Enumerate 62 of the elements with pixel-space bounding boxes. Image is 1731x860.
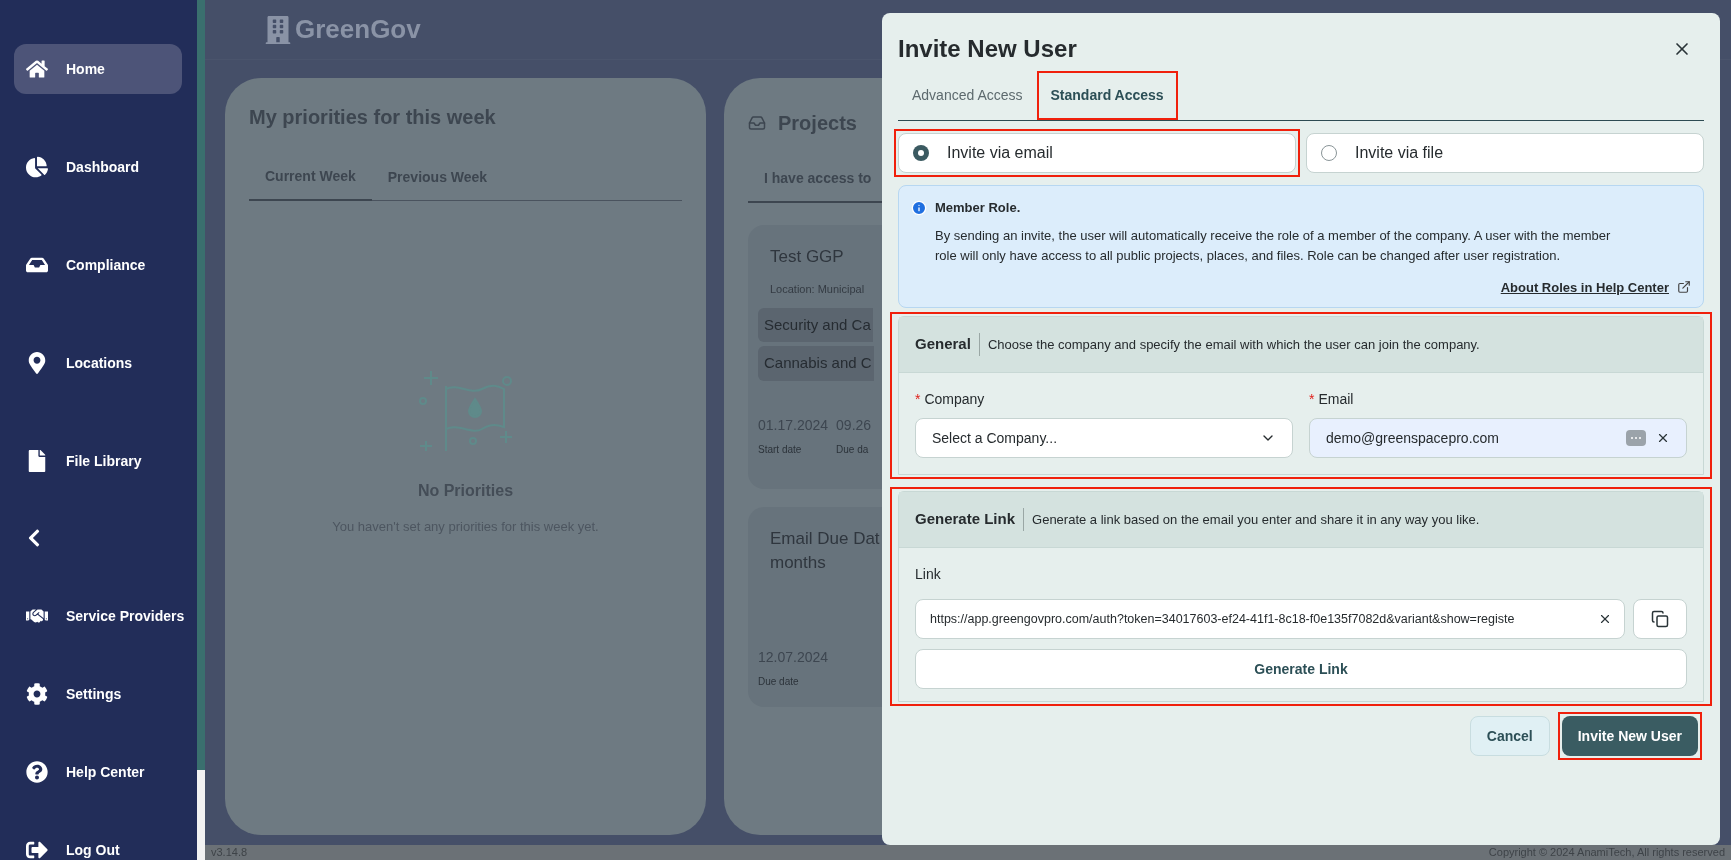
external-link-icon <box>1677 280 1691 295</box>
radio-option[interactable]: Invite via file <box>1306 133 1704 173</box>
inbox-icon <box>748 114 766 132</box>
tab[interactable]: Standard Access <box>1040 75 1174 116</box>
copy-button[interactable] <box>1633 599 1687 639</box>
clear-icon[interactable] <box>1598 612 1612 626</box>
email-field[interactable]: demo@greenspacepro.com <box>1309 418 1687 458</box>
chevron-left-icon <box>26 528 42 548</box>
date-label: Due date <box>758 675 800 689</box>
building-icon <box>265 15 291 44</box>
sidebar-item[interactable]: Locations <box>14 338 182 388</box>
section-description: Choose the company and specify the email with which the user can join the company. <box>987 335 1480 354</box>
home-icon <box>26 58 48 80</box>
project-title: Test GGP <box>770 246 844 268</box>
info-icon <box>911 199 927 216</box>
logo-text: GreenGov <box>295 13 421 46</box>
generate-link-button[interactable]: Generate Link <box>915 649 1687 689</box>
sidebar-item[interactable]: Service Providers <box>14 591 182 641</box>
project-title: Email Due Dat <box>770 528 880 550</box>
pie-chart-icon <box>26 156 48 178</box>
company-select[interactable]: Select a Company... <box>915 418 1293 458</box>
sidebar-item[interactable]: Help Center <box>14 747 182 797</box>
help-link[interactable]: About Roles in Help Center <box>1500 277 1669 297</box>
radio-option[interactable]: Invite via email <box>898 133 1296 173</box>
map-pin-icon <box>26 352 48 374</box>
link-field[interactable]: https://app.greengovpro.com/auth?token=34017603-ef24-41f1-8c18-f0e135f7082d&variant&show=registe <box>915 599 1625 639</box>
sidebar-item[interactable]: Compliance <box>14 240 182 290</box>
tag: Cannabis and C <box>758 346 874 381</box>
tab[interactable]: Advanced Access <box>902 75 1033 116</box>
project-title: months <box>770 552 826 574</box>
required-mark: * <box>915 390 921 409</box>
info-title: Member Role. <box>935 199 1021 217</box>
sidebar-item[interactable]: Log Out <box>14 825 182 860</box>
copy-icon <box>1651 610 1669 628</box>
location-text: Location: Municipal <box>770 282 865 297</box>
section-title: Generate Link <box>915 508 1025 531</box>
file-icon <box>26 450 48 472</box>
field-label: Email <box>1318 390 1354 409</box>
invite-button[interactable]: Invite New User <box>1561 716 1698 756</box>
info-text: By sending an invite, the user will automatically receive the role of a member of the company. A user with the member role will only have access to all public projects, places, and files. Role can be changed after user registration. <box>934 226 1612 265</box>
section-description: Generate a link based on the email you enter and share it in any way you like. <box>1032 510 1480 529</box>
settings-icon <box>26 683 48 705</box>
collapse-button[interactable] <box>26 528 42 548</box>
date-label: Start date <box>758 442 803 457</box>
date-label: Due da <box>836 442 870 457</box>
dialog-title: Invite New User <box>898 34 1077 64</box>
logout-icon <box>26 839 48 860</box>
sidebar-item[interactable]: File Library <box>14 436 182 486</box>
field-label: Company <box>924 390 985 409</box>
section-title: General <box>915 333 980 356</box>
radio-button[interactable] <box>1321 145 1337 161</box>
cancel-button[interactable]: Cancel <box>1469 716 1550 756</box>
sidebar-item[interactable]: Home <box>14 44 182 94</box>
sidebar-item[interactable]: Dashboard <box>14 142 182 192</box>
required-mark: * <box>1309 390 1315 409</box>
radio-button[interactable] <box>913 145 929 161</box>
sidebar-item[interactable]: Settings <box>14 669 182 719</box>
clear-icon[interactable] <box>1656 431 1670 445</box>
key-icon <box>1626 430 1646 446</box>
help-icon <box>26 761 48 783</box>
tag: Security and Ca <box>758 307 873 342</box>
field-label: Link <box>915 565 942 584</box>
